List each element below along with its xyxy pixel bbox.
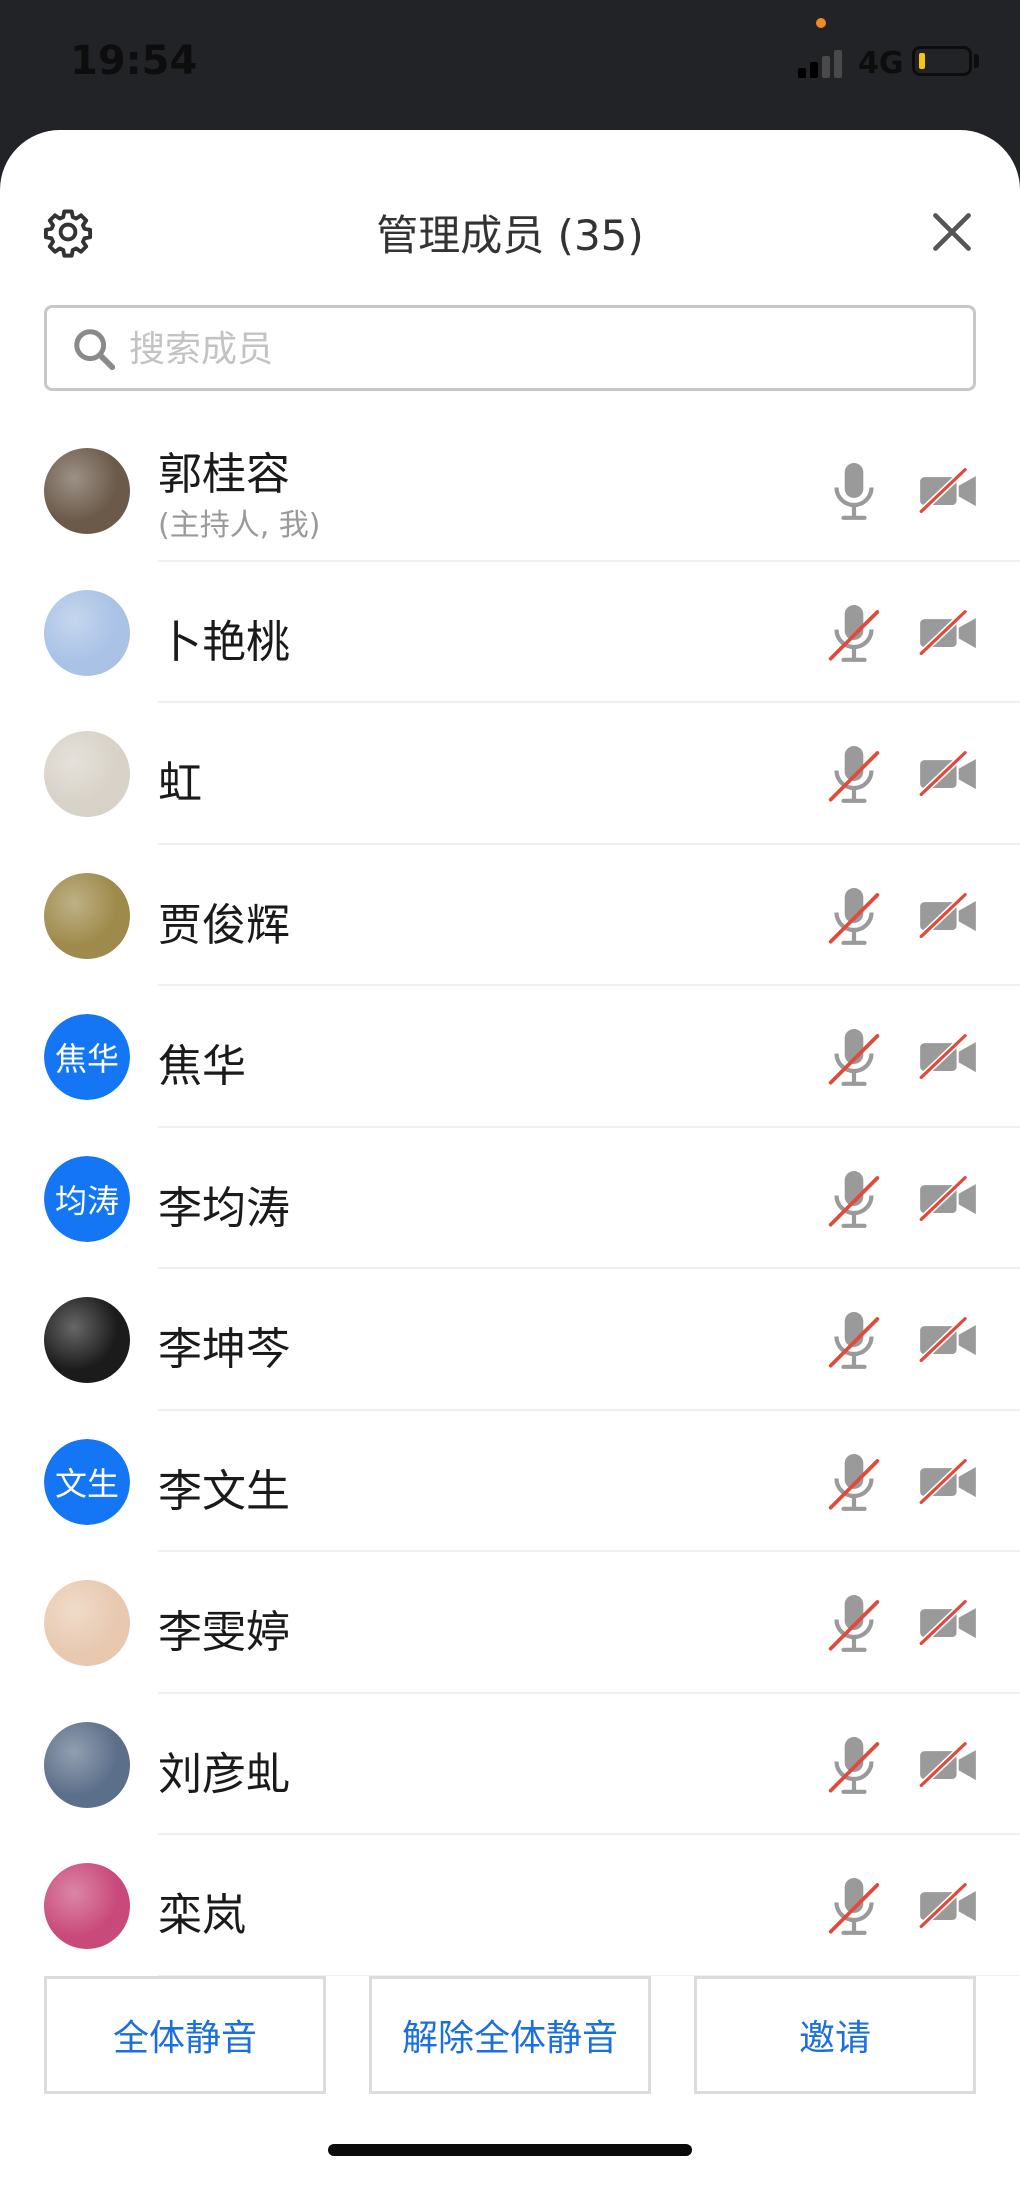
camera-off-icon[interactable]: [918, 1313, 978, 1365]
mic-muted-icon[interactable]: [826, 1732, 882, 1798]
member-avatar: [44, 872, 130, 959]
camera-off-icon[interactable]: [918, 889, 978, 941]
member-name: 李雯婷: [158, 1607, 290, 1658]
member-row[interactable]: 焦华 焦华: [0, 986, 1020, 1128]
member-avatar: [44, 448, 130, 534]
member-row[interactable]: 卜艳桃: [0, 562, 1020, 703]
camera-off-icon[interactable]: [918, 1030, 978, 1082]
close-icon[interactable]: [930, 210, 974, 254]
invite-button[interactable]: 邀请: [694, 1976, 976, 2094]
member-row[interactable]: 郭桂容 (主持人, 我): [0, 420, 1020, 562]
member-name: 焦华: [158, 1041, 246, 1092]
member-name: 虹: [158, 758, 202, 809]
member-name: 李坤芩: [158, 1324, 290, 1375]
unmute-all-button[interactable]: 解除全体静音: [369, 1976, 651, 2094]
member-avatar: [44, 1863, 130, 1949]
status-bar: 19:54 4G: [0, 0, 1020, 130]
mic-muted-icon[interactable]: [826, 600, 882, 666]
sheet-header: 管理成员 (35): [0, 130, 1020, 290]
camera-off-icon[interactable]: [918, 464, 978, 516]
avatar-initials: 均涛: [44, 1155, 130, 1242]
search-icon: [74, 329, 116, 371]
mic-muted-icon[interactable]: [826, 1590, 882, 1656]
mic-muted-icon[interactable]: [826, 1307, 882, 1373]
footer-actions: 全体静音 解除全体静音 邀请: [0, 1976, 1020, 2096]
member-row[interactable]: 刘彦虬: [0, 1694, 1020, 1835]
member-avatar: [44, 1297, 130, 1383]
mic-muted-icon[interactable]: [826, 1166, 882, 1232]
member-avatar: 均涛: [44, 1155, 130, 1242]
member-name: 贾俊辉: [158, 899, 290, 951]
camera-off-icon[interactable]: [918, 1172, 978, 1224]
mic-muted-icon[interactable]: [826, 1449, 882, 1515]
mic-muted-icon[interactable]: [826, 741, 882, 807]
privacy-indicator-dot: [816, 18, 826, 28]
member-name: 郭桂容: [158, 449, 290, 500]
home-indicator: [328, 2144, 692, 2156]
member-row[interactable]: 文生 李文生: [0, 1411, 1020, 1552]
member-row[interactable]: 李坤芩: [0, 1269, 1020, 1411]
member-avatar: [44, 1721, 130, 1808]
mic-muted-icon[interactable]: [826, 1873, 882, 1939]
camera-off-icon[interactable]: [918, 1455, 978, 1507]
member-role: (主持人, 我): [158, 508, 321, 543]
member-name: 卜艳桃: [158, 616, 290, 668]
member-avatar: 焦华: [44, 1014, 130, 1100]
battery-icon: [912, 46, 972, 76]
battery-cap: [974, 54, 979, 68]
signal-icon: [798, 48, 848, 78]
camera-off-icon[interactable]: [918, 606, 978, 658]
status-time: 19:54: [70, 38, 198, 84]
search-box[interactable]: [44, 305, 976, 391]
search-input[interactable]: [127, 318, 951, 380]
member-name: 刘彦虬: [158, 1748, 290, 1800]
camera-off-icon[interactable]: [918, 1738, 978, 1790]
member-name: 李文生: [158, 1465, 290, 1517]
camera-off-icon[interactable]: [918, 1596, 978, 1648]
member-avatar: [44, 589, 130, 676]
member-row[interactable]: 贾俊辉: [0, 845, 1020, 986]
camera-off-icon[interactable]: [918, 747, 978, 799]
member-name: 栾岚: [158, 1890, 246, 1941]
camera-off-icon[interactable]: [918, 1879, 978, 1931]
avatar-initials: 焦华: [44, 1014, 130, 1100]
member-row[interactable]: 栾岚: [0, 1835, 1020, 1977]
mute-all-button[interactable]: 全体静音: [44, 1976, 326, 2094]
member-row[interactable]: 均涛 李均涛: [0, 1128, 1020, 1269]
mic-icon[interactable]: [826, 458, 882, 524]
mic-muted-icon[interactable]: [826, 1024, 882, 1090]
mic-muted-icon[interactable]: [826, 883, 882, 949]
member-avatar: 文生: [44, 1438, 130, 1525]
member-avatar: [44, 731, 130, 817]
member-row[interactable]: 虹: [0, 703, 1020, 845]
member-name: 李均涛: [158, 1182, 290, 1234]
member-row[interactable]: 李雯婷: [0, 1552, 1020, 1694]
avatar-initials: 文生: [44, 1438, 130, 1525]
network-type: 4G: [858, 46, 904, 81]
member-avatar: [44, 1580, 130, 1666]
page-title: 管理成员 (35): [376, 211, 644, 260]
manage-members-sheet: 管理成员 (35) 郭桂容(主持人, 我)卜艳桃虹贾俊辉焦华焦华均涛李均涛李坤芩…: [0, 130, 1020, 2208]
member-list: 郭桂容 (主持人, 我) 卜艳桃虹贾俊辉 焦华 焦华 均涛 李均涛 李坤芩 文生 李文生 李雯婷 刘彦…: [0, 420, 1020, 1977]
